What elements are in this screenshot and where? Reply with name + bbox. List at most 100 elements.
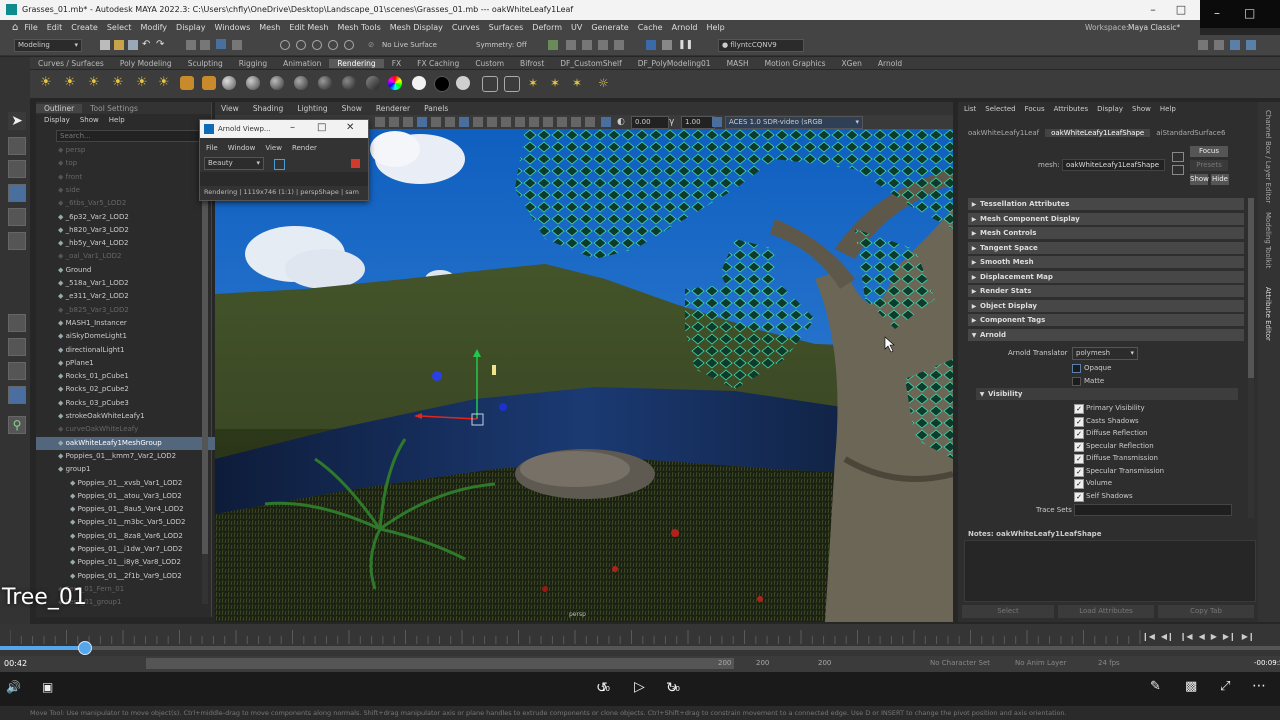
- surface-shader-icon[interactable]: [366, 76, 380, 90]
- hud-icon[interactable]: [571, 117, 581, 127]
- scale-tool-icon[interactable]: [8, 232, 26, 250]
- new-scene-icon[interactable]: [100, 40, 110, 50]
- viewport-menu-lighting[interactable]: Lighting: [297, 104, 327, 113]
- picture-in-picture-icon[interactable]: ▩: [1185, 679, 1197, 694]
- undo-icon[interactable]: ↶: [142, 40, 152, 50]
- matte-checkbox[interactable]: [1072, 377, 1081, 386]
- default-material-icon[interactable]: [601, 117, 611, 127]
- outliner-item[interactable]: ◆ Rocks_02_pCube2: [36, 383, 228, 396]
- menu-display[interactable]: Display: [176, 23, 206, 32]
- textured-icon[interactable]: [473, 117, 483, 127]
- shelf-tab-fx-caching[interactable]: FX Caching: [409, 59, 467, 68]
- pause-icon[interactable]: ❚❚: [678, 40, 693, 50]
- outliner-menu-show[interactable]: Show: [80, 116, 99, 124]
- resolution-gate-icon[interactable]: [585, 117, 595, 127]
- side-tab-attribute-editor[interactable]: Attribute Editor: [1264, 287, 1272, 341]
- load-attributes-button[interactable]: Load Attributes: [1058, 605, 1154, 618]
- outliner-item[interactable]: ◆ Poppies_01__atou_Var3_LOD2: [36, 490, 240, 503]
- menu-help[interactable]: Help: [707, 23, 725, 32]
- outliner-item[interactable]: ◆ Poppies_01__i1dw_Var7_LOD2: [36, 543, 240, 556]
- play-forward-icon[interactable]: ▶: [1211, 632, 1217, 641]
- restore-icon[interactable]: □: [1244, 6, 1255, 20]
- outliner-item[interactable]: ◆ directionalLight1: [36, 344, 228, 357]
- side-tab-modeling-toolkit[interactable]: Modeling Toolkit: [1264, 212, 1272, 268]
- shelf-tab-arnold[interactable]: Arnold: [870, 59, 910, 68]
- render-settings-icon[interactable]: [598, 40, 608, 50]
- shelf-tab-poly-modeling[interactable]: Poly Modeling: [112, 59, 180, 68]
- menu-deform[interactable]: Deform: [532, 23, 562, 32]
- section-visibility[interactable]: ▼ Visibility: [976, 388, 1238, 400]
- fullscreen-icon[interactable]: ⤢: [1220, 679, 1230, 694]
- tab-tool-settings[interactable]: Tool Settings: [82, 104, 146, 113]
- four-view-layout-icon[interactable]: [8, 338, 26, 356]
- attr-menu-help[interactable]: Help: [1160, 105, 1176, 113]
- maximize-button[interactable]: □: [1168, 2, 1194, 18]
- volume-light-icon[interactable]: ☀: [158, 76, 172, 90]
- arnold-render-icon[interactable]: [646, 40, 656, 50]
- select-component-icon[interactable]: [216, 39, 226, 49]
- color-swatch-icon[interactable]: [388, 76, 402, 90]
- xray-icon[interactable]: [543, 117, 553, 127]
- outliner-item[interactable]: ◆ Ground: [36, 264, 228, 277]
- outliner-item[interactable]: ◆ oakWhiteLeafy1MeshGroup: [36, 436, 228, 450]
- stop-render-icon[interactable]: [351, 159, 360, 168]
- directional-light-icon[interactable]: ☀: [136, 76, 150, 90]
- workspace-selector[interactable]: Maya Classic*: [1128, 23, 1180, 32]
- outliner-item[interactable]: ◆ _518a_Var1_LOD2: [36, 277, 228, 290]
- outliner-menu-help[interactable]: Help: [109, 116, 125, 124]
- exposure-field[interactable]: 0.00: [631, 116, 669, 129]
- toggle-panel-icon-2[interactable]: [1214, 40, 1224, 50]
- play-backward-icon[interactable]: ◀: [1199, 632, 1205, 641]
- section-mesh-controls[interactable]: ▶ Mesh Controls: [968, 227, 1244, 239]
- go-to-end-icon[interactable]: ▶❙: [1242, 632, 1255, 641]
- shelf-tab-motion-graphics[interactable]: Motion Graphics: [757, 59, 834, 68]
- show-button[interactable]: Show: [1190, 174, 1209, 185]
- copy-tab-button[interactable]: Copy Tab: [1158, 605, 1254, 618]
- section-smooth-mesh[interactable]: ▶ Smooth Mesh: [968, 256, 1244, 268]
- range-end-field[interactable]: 200: [756, 659, 769, 667]
- menu-create[interactable]: Create: [71, 23, 98, 32]
- more-options-icon[interactable]: ⋯: [1252, 678, 1266, 694]
- menu-mesh[interactable]: Mesh: [259, 23, 280, 32]
- minimize-icon[interactable]: –: [1214, 6, 1220, 20]
- render-current-icon[interactable]: [566, 40, 576, 50]
- menu-edit-mesh[interactable]: Edit Mesh: [289, 23, 328, 32]
- anisotropic-sphere-icon[interactable]: [294, 76, 308, 90]
- snap-surface-icon[interactable]: [344, 40, 354, 50]
- outliner-item[interactable]: ◆ MASH1_Instancer: [36, 317, 228, 330]
- snap-icon[interactable]: [232, 40, 242, 50]
- attr-menu-list[interactable]: List: [964, 105, 976, 113]
- outliner-item[interactable]: ◆ Poppies_01__8za8_Var6_LOD2: [36, 530, 240, 543]
- outliner-item[interactable]: ◆ _oal_Var1_LOD2: [36, 250, 228, 263]
- camera-icon[interactable]: ✶: [550, 76, 564, 90]
- step-back-key-icon[interactable]: ◀❙: [1161, 632, 1174, 641]
- attr-scrollbar[interactable]: [1248, 198, 1254, 518]
- blinn-sphere-icon[interactable]: [222, 76, 236, 90]
- shadows-icon[interactable]: [501, 117, 511, 127]
- arnold-window-titlebar[interactable]: Arnold Viewp... – □ ✕: [200, 120, 368, 138]
- maximize-icon[interactable]: □: [317, 122, 326, 133]
- camera-attributes-icon[interactable]: [375, 117, 385, 127]
- single-view-layout-icon[interactable]: [8, 314, 26, 332]
- outliner-item[interactable]: ◆ Poppies_01__i8y8_Var8_LOD2: [36, 556, 240, 569]
- outliner-scrollbar[interactable]: [202, 144, 208, 604]
- toggle-panel-icon-3[interactable]: [1230, 40, 1240, 50]
- tab-outliner[interactable]: Outliner: [36, 103, 83, 113]
- ambient-occlusion-icon[interactable]: [515, 117, 525, 127]
- outliner-item[interactable]: ◆ pPlane1: [36, 357, 228, 370]
- outliner-item[interactable]: ◆ Rocks_03_pCube3: [36, 397, 228, 410]
- lasso-tool-icon[interactable]: [8, 137, 26, 155]
- arnold-ipr-icon[interactable]: [662, 40, 672, 50]
- paint-select-tool-icon[interactable]: [8, 160, 26, 178]
- section-displacement-map[interactable]: ▶ Displacement Map: [968, 271, 1244, 283]
- volume-checkbox[interactable]: ✓: [1074, 479, 1084, 489]
- save-scene-icon[interactable]: [128, 40, 138, 50]
- open-scene-icon[interactable]: [114, 40, 124, 50]
- section-component-tags[interactable]: ▶ Component Tags: [968, 314, 1244, 326]
- shelf-tab-rigging[interactable]: Rigging: [231, 59, 275, 68]
- fps-dropdown[interactable]: 24 fps: [1098, 659, 1120, 667]
- arnold-menu-window[interactable]: Window: [228, 144, 256, 152]
- diffuse-transmission-checkbox[interactable]: ✓: [1074, 454, 1084, 464]
- outliner-item[interactable]: ◆ _e311_Var2_LOD2: [36, 290, 228, 303]
- select-tool-icon[interactable]: ➤: [8, 112, 26, 130]
